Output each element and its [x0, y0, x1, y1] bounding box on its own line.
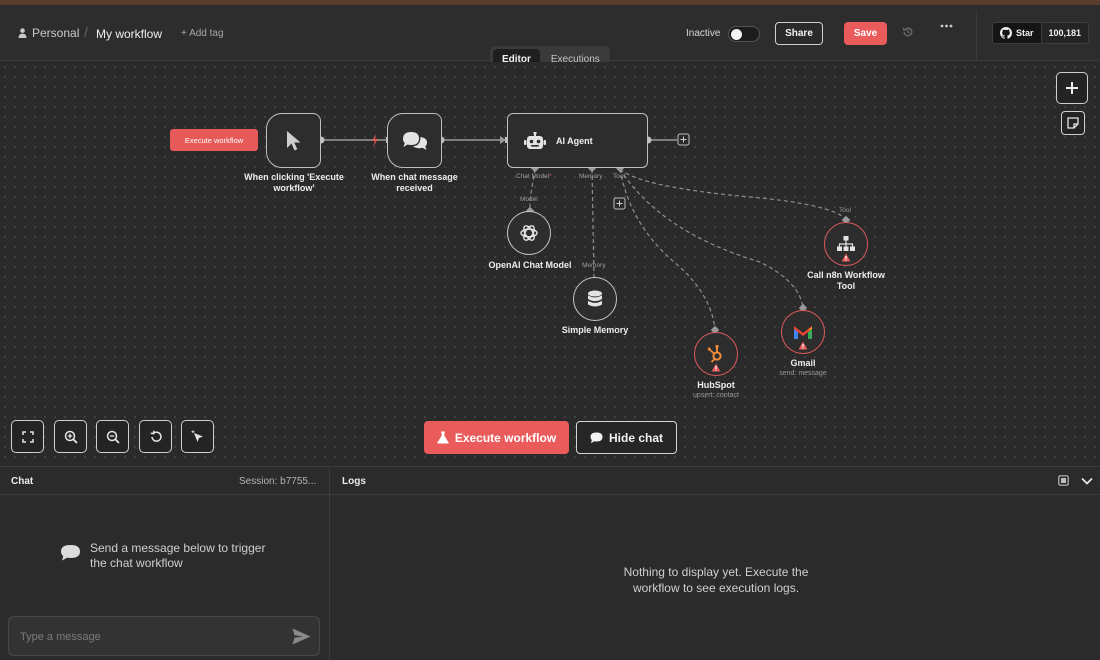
project-breadcrumb[interactable]: Personal: [18, 26, 79, 40]
node-n8n-tool-label: Call n8n Workflow Tool: [807, 270, 885, 291]
node-call-n8n-workflow-tool[interactable]: [824, 222, 868, 266]
node-gmail-subtitle: send: message: [779, 370, 827, 377]
wire-tool-gmail: [619, 168, 804, 309]
sticky-note-icon: [1067, 117, 1079, 129]
trigger-execute-chip[interactable]: Execute workflow: [170, 129, 258, 151]
hubspot-warning-icon: [711, 363, 721, 372]
logs-empty-message: Nothing to display yet. Execute the work…: [623, 565, 809, 595]
wire-memory: [591, 168, 596, 288]
sitemap-icon: [837, 236, 855, 251]
chat-bubble-icon: [61, 545, 80, 561]
logs-panel-title: Logs: [342, 476, 366, 487]
chevron-down-icon[interactable]: [1081, 477, 1093, 485]
robot-icon: [524, 131, 546, 149]
reset-zoom-button[interactable]: [139, 420, 172, 453]
node-chat-trigger[interactable]: [387, 113, 442, 168]
add-node-button[interactable]: [1056, 72, 1088, 104]
node-ai-agent[interactable]: AI Agent: [507, 113, 648, 168]
header-divider: [976, 10, 977, 60]
bottom-panel: Chat Session: b7755... Send a message be…: [0, 466, 1100, 660]
port-label-model-in: Model: [520, 196, 538, 203]
cursor-icon: [286, 130, 300, 150]
fit-view-button[interactable]: [11, 420, 44, 453]
node-manual-trigger[interactable]: [266, 113, 321, 168]
workflow-name[interactable]: My workflow: [96, 27, 162, 41]
node-gmail[interactable]: [781, 310, 825, 354]
user-icon: [18, 28, 27, 38]
zoom-out-icon: [106, 430, 120, 444]
chat-bubbles-icon: [402, 131, 427, 150]
plus-icon: [1066, 82, 1078, 94]
node-hubspot-label: HubSpot: [697, 380, 735, 390]
node-memory-label: Simple Memory: [561, 325, 629, 335]
node-simple-memory[interactable]: [573, 277, 617, 321]
wire-tool-hubspot: [619, 168, 716, 331]
add-tag-button[interactable]: + Add tag: [181, 28, 224, 39]
history-icon: [902, 27, 913, 37]
fit-view-icon: [21, 430, 34, 443]
github-star-button[interactable]: Star 100,181: [992, 22, 1090, 44]
hide-chat-button[interactable]: Hide chat: [576, 421, 677, 454]
hubspot-icon: [707, 344, 722, 363]
wire-tool-n8n: [619, 168, 847, 220]
execute-workflow-label: Execute workflow: [454, 430, 557, 445]
logs-toolbar: [1058, 475, 1093, 486]
n8n-tool-warning-icon: [841, 253, 851, 262]
hide-chat-label: Hide chat: [608, 430, 663, 445]
gmail-icon: [794, 326, 812, 339]
chat-icon: [590, 432, 603, 443]
github-star: Star: [993, 23, 1041, 43]
add-sticky-note-button[interactable]: [1061, 111, 1085, 135]
flask-icon: [437, 431, 449, 444]
node-ai-agent-label: AI Agent: [556, 135, 593, 146]
gmail-warning-icon: [798, 341, 808, 350]
workflow-canvas[interactable]: Execute workflow When clicking 'Execute …: [0, 62, 1100, 466]
zoom-in-button[interactable]: [54, 420, 87, 453]
chat-session-id[interactable]: Session: b7755...: [239, 476, 316, 487]
more-icon: [940, 24, 953, 28]
project-name: Personal: [32, 26, 80, 40]
node-hubspot[interactable]: [694, 332, 738, 376]
active-toggle[interactable]: [728, 26, 760, 42]
node-openai-label: OpenAI Chat Model: [488, 260, 572, 270]
share-button[interactable]: Share: [775, 22, 823, 45]
github-star-label: Star: [1016, 28, 1034, 38]
port-label-tool: Tool: [613, 173, 625, 180]
github-icon: [1000, 27, 1012, 39]
more-options-button[interactable]: [940, 24, 953, 28]
workflow-history-button[interactable]: [902, 26, 914, 38]
github-star-count: 100,181: [1040, 23, 1089, 43]
node-chat-trigger-label: When chat message received: [371, 172, 458, 193]
undo-icon: [150, 430, 162, 442]
chat-empty-message: Send a message below to trigger the chat…: [90, 541, 266, 570]
chat-message-input[interactable]: [20, 628, 280, 646]
pointer-sparkle-icon: [191, 430, 203, 442]
port-label-tool-in: Tool: [839, 207, 851, 214]
node-gmail-label: Gmail: [790, 358, 816, 368]
pop-out-icon[interactable]: [1058, 475, 1069, 486]
zoom-out-button[interactable]: [96, 420, 129, 453]
execute-workflow-button[interactable]: Execute workflow: [424, 421, 569, 454]
logs-panel: Logs Nothing to display yet. Execute the…: [331, 467, 1100, 660]
node-manual-trigger-label: When clicking 'Execute workflow': [244, 172, 344, 193]
zoom-in-icon: [64, 430, 78, 444]
active-status-label: Inactive: [686, 28, 721, 39]
chat-panel: Chat Session: b7755... Send a message be…: [0, 467, 330, 660]
send-icon[interactable]: [292, 628, 311, 645]
toggle-knob: [731, 29, 742, 40]
save-button[interactable]: Save: [844, 22, 887, 45]
breadcrumb-separator: /: [84, 24, 88, 40]
n8n-app: Personal / My workflow + Add tag Inactiv…: [0, 0, 1100, 660]
chat-panel-title: Chat: [11, 476, 34, 487]
database-icon: [588, 290, 602, 307]
chat-empty-state: Send a message below to trigger the chat…: [60, 541, 275, 571]
node-hubspot-subtitle: upsert: contact: [693, 392, 739, 399]
openai-icon: [520, 225, 538, 241]
port-label-memory-in: Memory: [582, 262, 606, 269]
chat-input-box[interactable]: [8, 616, 320, 656]
node-openai-chat-model[interactable]: [507, 211, 551, 255]
port-label-chat-model: Chat Model*: [516, 173, 552, 180]
port-label-memory: Memory: [579, 173, 603, 180]
tidy-up-button[interactable]: [181, 420, 214, 453]
